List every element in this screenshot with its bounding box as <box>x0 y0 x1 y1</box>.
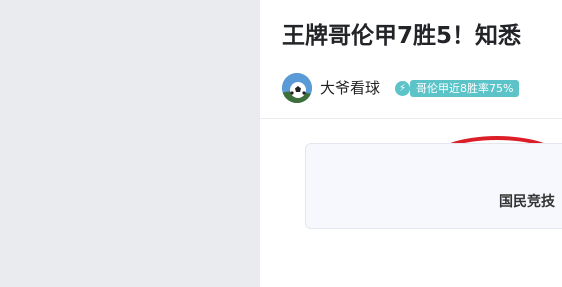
win-rate-tag[interactable]: 哥伦甲近8胜率75% <box>410 80 520 97</box>
match-card[interactable]: 国民竞技 <box>305 143 562 229</box>
lightning-icon: ⚡ <box>395 81 410 96</box>
article-title: 王牌哥伦甲7胜5！知悉 <box>282 23 522 49</box>
left-sidebar <box>0 0 260 287</box>
avatar[interactable] <box>282 73 312 103</box>
divider <box>260 118 562 119</box>
soccer-ball-avatar-icon <box>282 73 312 103</box>
article-panel: 王牌哥伦甲7胜5！知悉 大爷看球 ⚡ 哥伦甲近8胜率75% ★ 国民竞技 <box>260 0 562 287</box>
team-name: 国民竞技 <box>499 194 555 210</box>
author-name[interactable]: 大爷看球 <box>320 78 380 98</box>
author-row: 大爷看球 ⚡ 哥伦甲近8胜率75% ★ <box>282 72 562 184</box>
